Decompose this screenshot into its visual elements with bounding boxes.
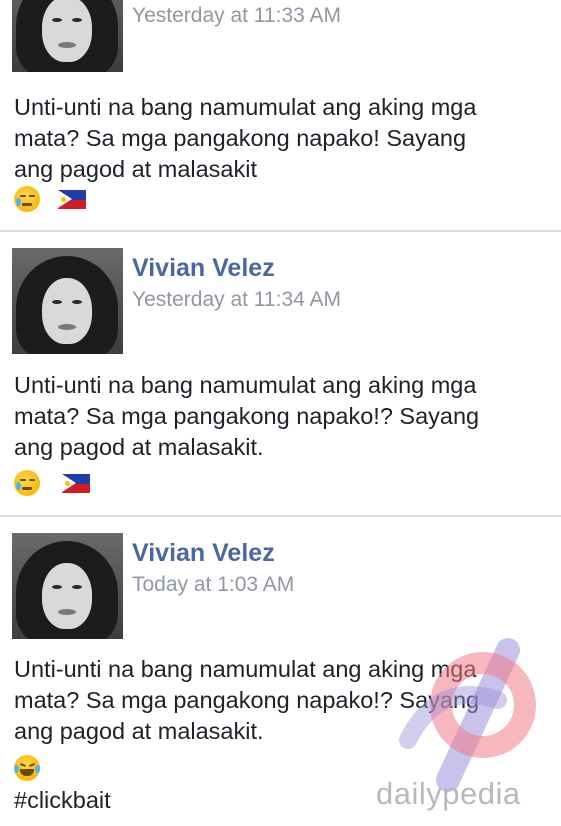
- crying-face-icon: [14, 186, 40, 212]
- avatar-eye: [52, 300, 62, 304]
- post-text-line: mata? Sa mga pangakong napako! Sayang: [14, 125, 467, 151]
- post-text-line: mata? Sa mga pangakong napako!? Sayang: [14, 403, 480, 429]
- post-text: Unti-unti na bang namumulat ang aking mg…: [14, 92, 554, 185]
- post-text: Unti-unti na bang namumulat ang aking mg…: [14, 654, 554, 747]
- avatar-lips: [58, 609, 76, 615]
- avatar-eye: [72, 300, 82, 304]
- post-2: Vivian Velez Yesterday at 11:34 AM Unti-…: [0, 232, 561, 515]
- avatar-face: [42, 278, 92, 344]
- avatar-eye: [52, 18, 62, 22]
- post-text: Unti-unti na bang namumulat ang aking mg…: [14, 370, 554, 463]
- post-1: Yesterday at 11:33 AM Unti-unti na bang …: [0, 0, 561, 231]
- post-text-line: Unti-unti na bang namumulat ang aking mg…: [14, 372, 477, 398]
- avatar[interactable]: [12, 0, 123, 72]
- avatar-face: [42, 0, 92, 62]
- author-name[interactable]: Vivian Velez: [132, 254, 275, 283]
- post-text-line: Unti-unti na bang namumulat ang aking mg…: [14, 656, 477, 682]
- avatar-eye: [72, 18, 82, 22]
- avatar-eye: [72, 585, 82, 589]
- avatar-lips: [58, 42, 76, 48]
- hashtag-link[interactable]: #clickbait: [14, 787, 111, 814]
- post-text-line: ang pagod at malasakit: [14, 156, 257, 182]
- philippine-flag-icon: [58, 190, 86, 209]
- philippine-flag-icon: [62, 474, 90, 493]
- avatar-eye: [52, 585, 62, 589]
- post-timestamp[interactable]: Yesterday at 11:33 AM: [132, 4, 341, 28]
- post-timestamp[interactable]: Today at 1:03 AM: [132, 573, 294, 597]
- post-text-line: Unti-unti na bang namumulat ang aking mg…: [14, 94, 477, 120]
- avatar[interactable]: [12, 248, 123, 354]
- crying-face-icon: [14, 470, 40, 496]
- author-name[interactable]: Vivian Velez: [132, 539, 275, 568]
- post-text-line: ang pagod at malasakit.: [14, 434, 264, 460]
- watermark-text: dailypedia: [376, 776, 521, 811]
- avatar-lips: [58, 324, 76, 330]
- avatar-face: [42, 563, 92, 629]
- post-text-line: mata? Sa mga pangakong napako!? Sayang: [14, 687, 480, 713]
- post-timestamp[interactable]: Yesterday at 11:34 AM: [132, 288, 341, 312]
- avatar[interactable]: [12, 533, 123, 639]
- laughing-tears-icon: [14, 755, 40, 781]
- post-text-line: ang pagod at malasakit.: [14, 718, 264, 744]
